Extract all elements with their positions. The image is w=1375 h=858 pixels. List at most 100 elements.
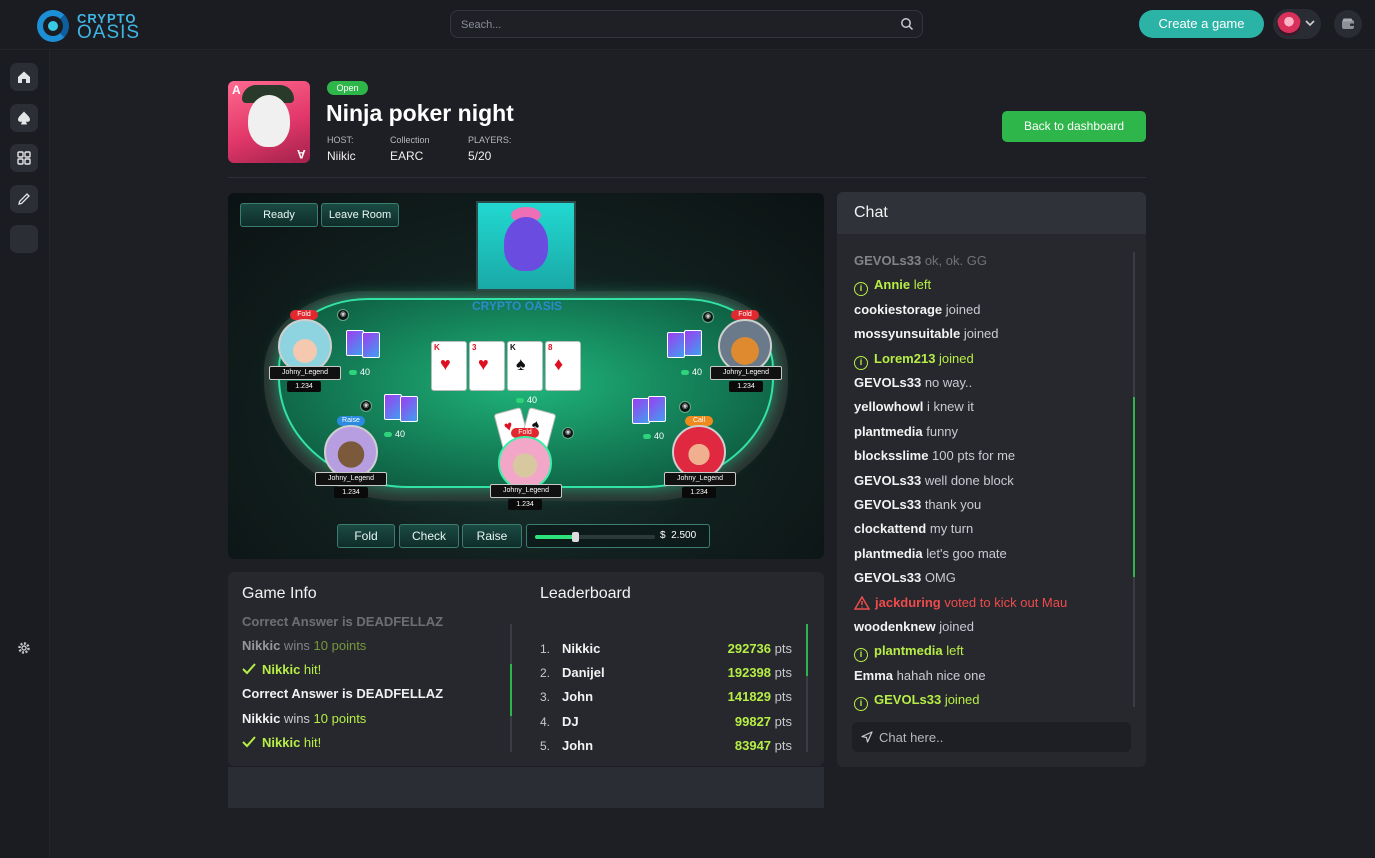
chat-text: 100 pts for me bbox=[928, 448, 1016, 464]
bet-slider-track[interactable] bbox=[535, 532, 655, 542]
fold-button[interactable]: Fold bbox=[337, 524, 395, 548]
leaderboard-row: 5. John 83947 pts bbox=[540, 736, 792, 756]
chat-username[interactable]: woodenknew bbox=[854, 619, 936, 634]
user-menu[interactable] bbox=[1273, 9, 1321, 39]
eye-icon[interactable]: ◉ bbox=[702, 311, 714, 323]
chat-username[interactable]: cookiestorage bbox=[854, 302, 942, 317]
chat-username[interactable]: mossyunsuitable bbox=[854, 326, 960, 341]
game-info-scrollbar[interactable] bbox=[510, 624, 512, 752]
check-icon bbox=[242, 663, 256, 675]
chat-header: Chat bbox=[837, 192, 1146, 234]
bottom-panel bbox=[228, 767, 824, 808]
chat-username[interactable]: GEVOLs33 bbox=[854, 375, 921, 390]
dealer-avatar bbox=[476, 201, 576, 291]
check-button[interactable]: Check bbox=[399, 524, 459, 548]
chat-username[interactable]: GEVOLs33 bbox=[854, 253, 921, 268]
search-icon[interactable] bbox=[900, 17, 914, 31]
chat-text: joined bbox=[935, 350, 974, 366]
sidebar-item-edit[interactable] bbox=[10, 185, 38, 213]
community-card: 8 ♦ bbox=[545, 341, 581, 391]
wallet-button[interactable] bbox=[1334, 10, 1362, 38]
player-avatar[interactable] bbox=[718, 319, 772, 373]
user-name: Nikkic bbox=[242, 638, 281, 653]
send-icon[interactable] bbox=[861, 731, 873, 743]
player-avatar[interactable] bbox=[278, 319, 332, 373]
player-avatar[interactable] bbox=[324, 425, 378, 479]
chat-username[interactable]: plantmedia bbox=[854, 424, 923, 439]
player-name: John bbox=[562, 738, 594, 753]
page-title: Ninja poker night bbox=[326, 100, 514, 126]
chat-username[interactable]: GEVOLs33 bbox=[854, 473, 921, 488]
chat-username[interactable]: Emma bbox=[854, 668, 893, 683]
sidebar-item-dashboard[interactable] bbox=[10, 144, 38, 172]
eye-icon[interactable]: ◉ bbox=[679, 401, 691, 413]
card-corner-label: A bbox=[297, 147, 306, 161]
points: 99827 bbox=[734, 714, 772, 729]
create-game-button[interactable]: Create a game bbox=[1139, 10, 1264, 38]
ready-button[interactable]: Ready bbox=[240, 203, 318, 227]
chat-input[interactable] bbox=[879, 728, 1119, 746]
sidebar-item-home[interactable] bbox=[10, 63, 38, 91]
answer-text: Correct Answer is DEADFELLAZ bbox=[242, 686, 444, 701]
chat-scrollbar[interactable] bbox=[1133, 252, 1135, 707]
chat-username[interactable]: GEVOLs33 bbox=[874, 692, 941, 707]
game-info-line: Correct Answer is DEADFELLAZ bbox=[242, 614, 443, 629]
chat-message: blocksslime 100 pts for me bbox=[854, 448, 1015, 463]
chat-username[interactable]: plantmedia bbox=[874, 643, 943, 658]
chat-message: GEVOLs33 OMG bbox=[854, 570, 956, 585]
chat-message: jackduring voted to kick out Mau bbox=[854, 595, 1067, 610]
bet-currency: $ bbox=[660, 530, 666, 541]
crypto-oasis-logo[interactable]: CRYPTO OASIS bbox=[37, 8, 147, 44]
hole-card bbox=[684, 330, 702, 356]
hole-card bbox=[400, 396, 418, 422]
chat-text: thank you bbox=[921, 497, 982, 512]
chat-message: Emma hahah nice one bbox=[854, 668, 986, 683]
player-score: 1.234 bbox=[334, 487, 368, 498]
eye-icon[interactable]: ◉ bbox=[562, 427, 574, 439]
sidebar-item-blank[interactable] bbox=[10, 225, 38, 253]
info-icon: i bbox=[854, 648, 868, 663]
player-score: 1.234 bbox=[287, 381, 321, 392]
chat-text: voted to kick out Mau bbox=[940, 594, 1068, 610]
chat-message: i plantmedia left bbox=[854, 643, 964, 663]
player-chips: 40 bbox=[681, 367, 702, 377]
sidebar-item-poker[interactable] bbox=[10, 104, 38, 132]
chat-message: plantmedia let's goo mate bbox=[854, 546, 1007, 561]
chat-message: GEVOLs33 ok, ok. GG bbox=[854, 253, 987, 268]
leave-room-button[interactable]: Leave Room bbox=[321, 203, 399, 227]
player-avatar[interactable] bbox=[672, 425, 726, 479]
chat-username[interactable]: jackduring bbox=[875, 595, 941, 610]
chat-username[interactable]: GEVOLs33 bbox=[854, 497, 921, 512]
raise-button[interactable]: Raise bbox=[462, 524, 522, 548]
chat-username[interactable]: clockattend bbox=[854, 521, 926, 536]
player-name: John bbox=[562, 689, 594, 704]
chat-username[interactable]: blocksslime bbox=[854, 448, 928, 463]
bet-slider-handle[interactable] bbox=[571, 532, 579, 542]
leaderboard-row: 4. DJ 99827 pts bbox=[540, 712, 792, 732]
chat-username[interactable]: Lorem213 bbox=[874, 351, 935, 366]
points-unit: pts bbox=[774, 738, 792, 753]
back-to-dashboard-button[interactable]: Back to dashboard bbox=[1002, 111, 1146, 142]
eye-icon[interactable]: ◉ bbox=[360, 400, 372, 412]
table-logo: CRYPTO OASIS bbox=[472, 299, 562, 313]
rank: 3. bbox=[540, 690, 551, 704]
bet-slider[interactable]: $ 2.500 bbox=[526, 524, 710, 548]
search-input[interactable] bbox=[461, 16, 891, 34]
chat-message: plantmedia funny bbox=[854, 424, 958, 439]
leaderboard-row: 2. Danijel 192398 pts bbox=[540, 663, 792, 683]
eye-icon[interactable]: ◉ bbox=[337, 309, 349, 321]
points: 141829 bbox=[727, 689, 772, 704]
leaderboard-scrollbar[interactable] bbox=[806, 624, 808, 752]
chat-text: my turn bbox=[926, 521, 974, 537]
chat-message: mossyunsuitable joined bbox=[854, 326, 999, 341]
chat-username[interactable]: yellowhowl bbox=[854, 399, 923, 414]
chat-text: joined bbox=[942, 301, 981, 317]
meta-players: PLAYERS: 5/20 bbox=[468, 135, 511, 163]
chat-username[interactable]: GEVOLs33 bbox=[854, 570, 921, 585]
gear-icon[interactable] bbox=[17, 641, 31, 655]
chat-title: Chat bbox=[854, 204, 888, 221]
chat-text: well done block bbox=[921, 472, 1014, 488]
player-avatar[interactable] bbox=[498, 436, 552, 490]
chat-username[interactable]: plantmedia bbox=[854, 546, 923, 561]
chat-username[interactable]: Annie bbox=[874, 277, 910, 292]
